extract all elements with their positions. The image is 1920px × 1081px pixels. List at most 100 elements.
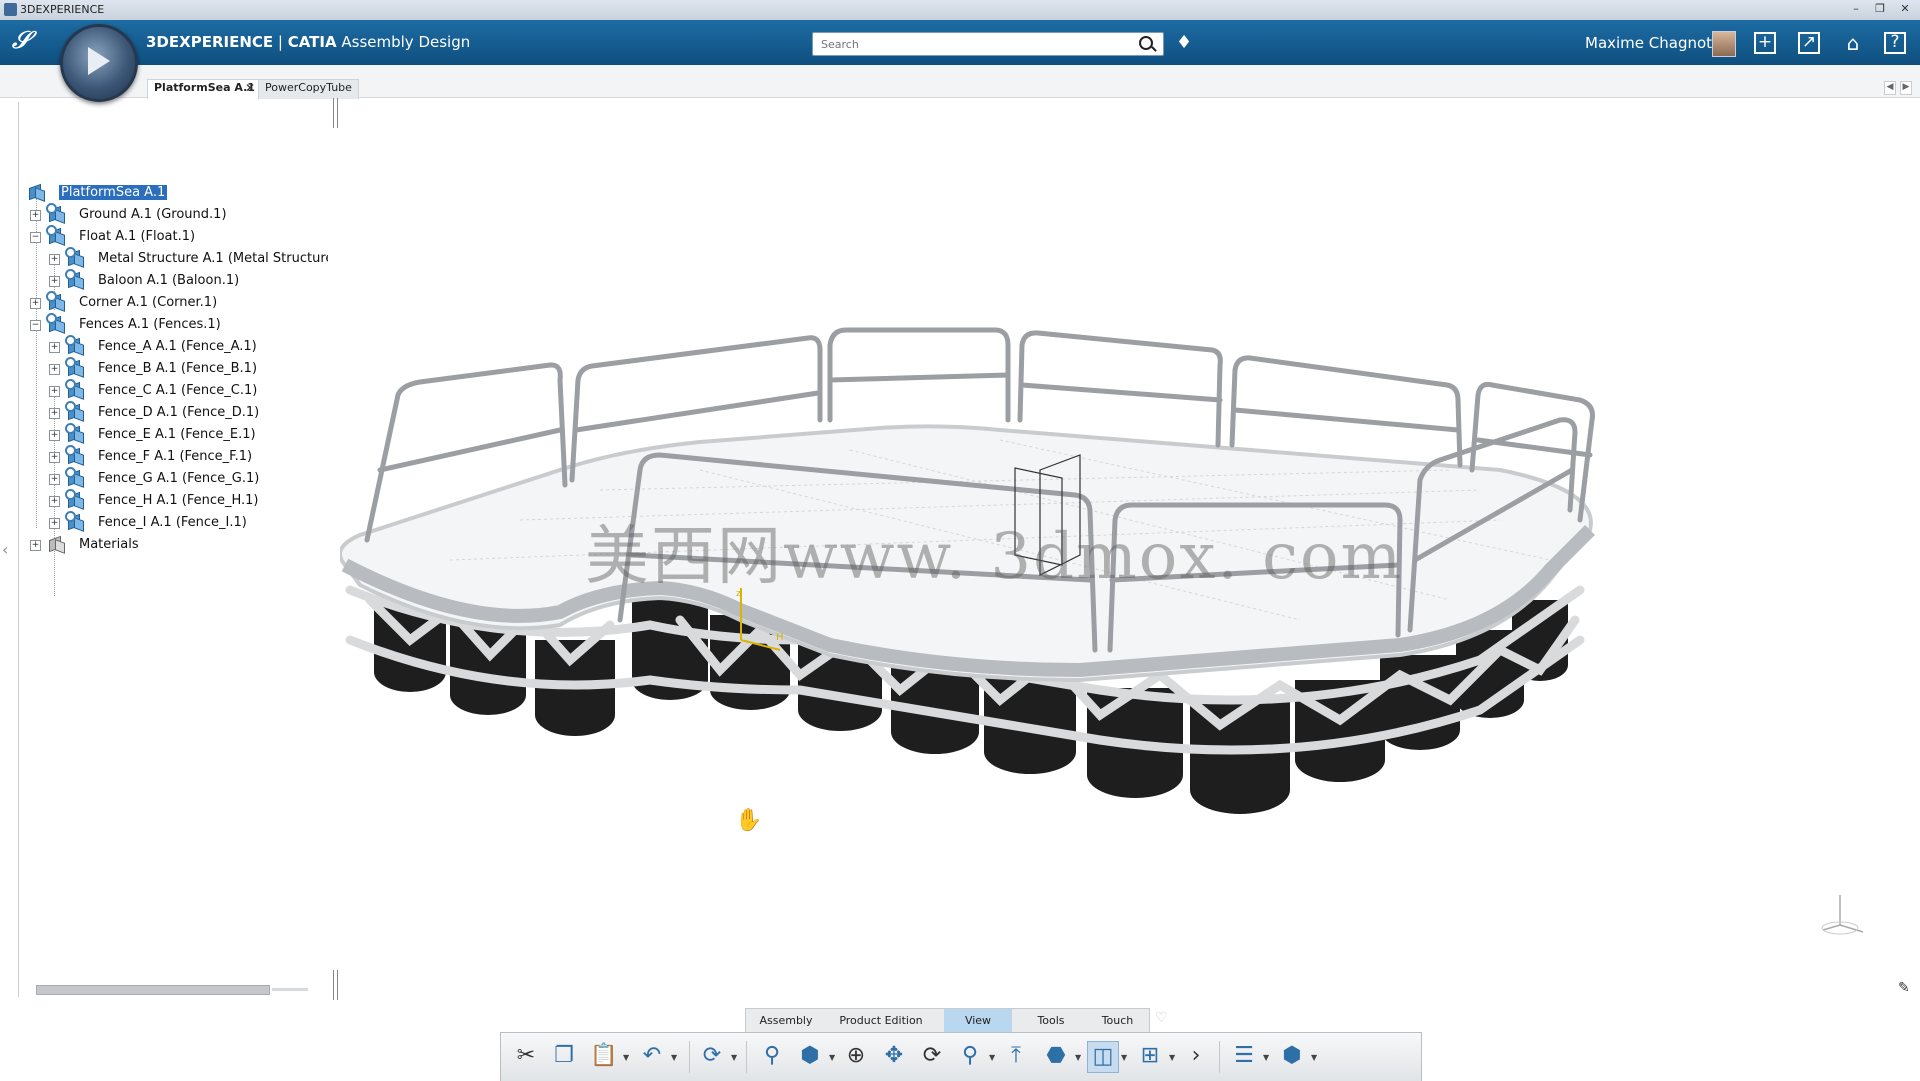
- tab-scroll-right-icon[interactable]: ▶: [1900, 81, 1912, 95]
- paste-dropdown-icon[interactable]: ▼: [623, 1053, 629, 1062]
- close-window-icon[interactable]: ✕: [1893, 2, 1917, 17]
- normal-view-icon[interactable]: ⤒: [1001, 1041, 1031, 1071]
- tree-item-label[interactable]: PlatformSea A.1: [59, 185, 168, 200]
- cylinder-icon[interactable]: ◫: [1087, 1041, 1119, 1073]
- tree-item-label[interactable]: Fence_E A.1 (Fence_E.1): [98, 427, 256, 442]
- expand-icon[interactable]: +: [30, 298, 41, 309]
- favorite-icon[interactable]: ♡: [1155, 1010, 1168, 1026]
- tab-view[interactable]: View: [944, 1009, 1012, 1033]
- tag-icon[interactable]: ♦: [1176, 32, 1192, 53]
- cut-icon[interactable]: ✂: [511, 1041, 541, 1071]
- scrollbar-thumb[interactable]: [36, 985, 270, 995]
- tree-item-label[interactable]: Fence_F A.1 (Fence_F.1): [98, 449, 252, 464]
- tab-product-edition[interactable]: Product Edition: [826, 1009, 936, 1033]
- pan-icon[interactable]: ✥: [879, 1041, 909, 1071]
- compass-widget[interactable]: [60, 24, 138, 102]
- collapse-icon[interactable]: −: [30, 232, 41, 243]
- tree-item-label[interactable]: Fence_C A.1 (Fence_C.1): [98, 383, 257, 398]
- search-icon[interactable]: [1139, 36, 1153, 50]
- tree-item-label[interactable]: Fence_B A.1 (Fence_B.1): [98, 361, 257, 376]
- rotate-icon[interactable]: ⟳: [917, 1041, 947, 1071]
- paste-icon[interactable]: 📋: [589, 1041, 619, 1071]
- expand-icon[interactable]: +: [49, 496, 60, 507]
- axis-triad-icon[interactable]: [1818, 890, 1868, 940]
- update-icon[interactable]: ⟳: [697, 1041, 727, 1071]
- copy-icon[interactable]: ❐: [549, 1041, 579, 1071]
- action-bar-sections: Assembly Product Edition View Tools Touc…: [745, 1008, 1150, 1034]
- search-input[interactable]: [819, 35, 1123, 54]
- fit-all-icon[interactable]: ⚲: [757, 1041, 787, 1071]
- play-icon[interactable]: [88, 47, 110, 75]
- zoom-dropdown-icon[interactable]: ▼: [989, 1053, 995, 1062]
- add-icon[interactable]: +: [1754, 32, 1776, 54]
- brush-icon[interactable]: ✎: [1898, 980, 1910, 996]
- tree-horizontal-scrollbar[interactable]: [36, 985, 311, 995]
- expand-icon[interactable]: +: [30, 540, 41, 551]
- tree-item-label[interactable]: Fence_G A.1 (Fence_G.1): [98, 471, 259, 486]
- tree-item-label[interactable]: Ground A.1 (Ground.1): [79, 207, 227, 222]
- app-header: 𝒮 3DEXPERIENCE | CATIA Assembly Design ♦…: [0, 20, 1920, 65]
- tab-assembly[interactable]: Assembly: [746, 1009, 826, 1033]
- render-dropdown-icon[interactable]: ▼: [1075, 1053, 1081, 1062]
- ds-logo-icon[interactable]: 𝒮: [12, 28, 46, 58]
- close-tab-icon[interactable]: ✕: [245, 81, 255, 95]
- expand-icon[interactable]: +: [49, 342, 60, 353]
- expand-icon[interactable]: +: [49, 474, 60, 485]
- search-box[interactable]: [812, 32, 1164, 56]
- expand-icon[interactable]: +: [49, 364, 60, 375]
- tree-item-label[interactable]: Fence_H A.1 (Fence_H.1): [98, 493, 259, 508]
- tree-item-label[interactable]: Corner A.1 (Corner.1): [79, 295, 217, 310]
- zoom-icon[interactable]: ⚲: [955, 1041, 985, 1071]
- view-cube-icon[interactable]: ⬢: [795, 1041, 825, 1071]
- user-name[interactable]: Maxime Chagnot: [1585, 34, 1712, 52]
- home-icon[interactable]: ⌂: [1842, 32, 1864, 54]
- tree-dropdown-icon[interactable]: ▼: [1263, 1053, 1269, 1062]
- tree-item-label[interactable]: Fences A.1 (Fences.1): [79, 317, 221, 332]
- expand-icon[interactable]: +: [49, 408, 60, 419]
- share-icon[interactable]: ↗: [1798, 32, 1820, 54]
- layout-grid-icon[interactable]: ⊞: [1135, 1041, 1165, 1071]
- expand-icon[interactable]: +: [30, 210, 41, 221]
- restore-icon[interactable]: ❐: [1868, 2, 1892, 17]
- product-icon: [65, 335, 84, 356]
- tree-item-label[interactable]: Fence_A A.1 (Fence_A.1): [98, 339, 257, 354]
- undo-dropdown-icon[interactable]: ▼: [671, 1053, 677, 1062]
- window-titlebar: 3DEXPERIENCE – ❐ ✕: [0, 0, 1920, 21]
- collapse-icon[interactable]: −: [30, 320, 41, 331]
- expand-icon[interactable]: +: [49, 276, 60, 287]
- expand-icon[interactable]: +: [49, 430, 60, 441]
- tree-item-label[interactable]: Fence_D A.1 (Fence_D.1): [98, 405, 259, 420]
- render-style-icon[interactable]: ⬣: [1041, 1041, 1071, 1071]
- tree-item-label[interactable]: Metal Structure A.1 (Metal Structure.1: [98, 251, 328, 266]
- product-icon: [46, 313, 65, 334]
- materials-icon: [48, 535, 65, 554]
- tree-icon[interactable]: ☰: [1229, 1041, 1259, 1071]
- undo-icon[interactable]: ↶: [637, 1041, 667, 1071]
- tree-item-label[interactable]: Materials: [79, 537, 139, 552]
- layout-dropdown-icon[interactable]: ▼: [1169, 1053, 1175, 1062]
- expand-icon[interactable]: +: [49, 386, 60, 397]
- tab-scroll-left-icon[interactable]: ◀: [1884, 81, 1896, 95]
- more-icon[interactable]: ›: [1181, 1041, 1211, 1071]
- view-dropdown-icon[interactable]: ▼: [829, 1053, 835, 1062]
- tree-item-label[interactable]: Float A.1 (Float.1): [79, 229, 195, 244]
- product-icon[interactable]: ⬢: [1277, 1041, 1307, 1071]
- tab-tools[interactable]: Tools: [1016, 1009, 1086, 1033]
- tree-item-label[interactable]: Fence_I A.1 (Fence_I.1): [98, 515, 247, 530]
- action-bar: ✂ ❐ 📋 ▼ ↶ ▼ ⟳ ▼ ⚲ ⬢ ▼ ⊕ ✥ ⟳ ⚲ ▼ ⤒ ⬣ ▼ ◫ …: [500, 1032, 1422, 1081]
- avatar[interactable]: [1712, 31, 1736, 57]
- help-icon[interactable]: ?: [1884, 32, 1906, 54]
- product-dropdown-icon[interactable]: ▼: [1311, 1053, 1317, 1062]
- cylinder-dropdown-icon[interactable]: ▼: [1121, 1053, 1127, 1062]
- tree-item-label[interactable]: Baloon A.1 (Baloon.1): [98, 273, 239, 288]
- tab-powercopytube[interactable]: PowerCopyTube: [258, 79, 359, 99]
- expand-icon[interactable]: +: [49, 518, 60, 529]
- scrollbar-track[interactable]: [272, 988, 308, 991]
- update-dropdown-icon[interactable]: ▼: [731, 1053, 737, 1062]
- specification-tree: PlatformSea A.1 + Ground A.1 (Ground.1) …: [0, 98, 340, 998]
- center-icon[interactable]: ⊕: [841, 1041, 871, 1071]
- minimize-icon[interactable]: –: [1844, 2, 1868, 17]
- expand-icon[interactable]: +: [49, 452, 60, 463]
- tab-touch[interactable]: Touch: [1086, 1009, 1149, 1033]
- expand-icon[interactable]: +: [49, 254, 60, 265]
